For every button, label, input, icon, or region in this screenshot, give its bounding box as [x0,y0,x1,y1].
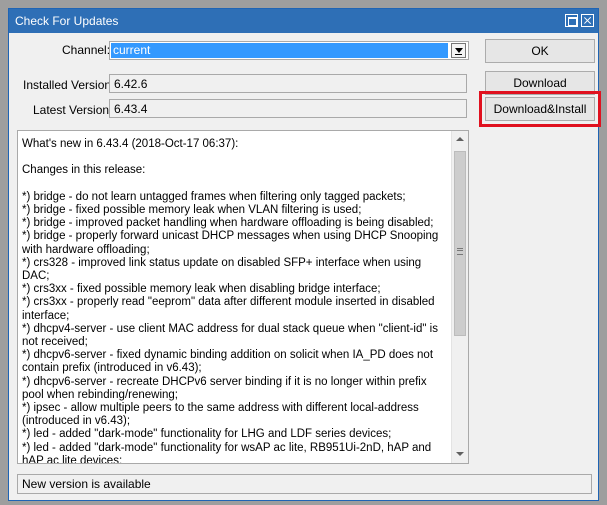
grip-icon [457,248,463,255]
close-icon[interactable] [581,14,594,27]
scroll-thumb[interactable] [454,151,466,336]
window-title: Check For Updates [15,14,119,28]
vertical-scrollbar[interactable] [451,131,468,463]
scroll-down-icon[interactable] [452,446,468,463]
channel-label: Channel: [62,43,111,57]
channel-value: current [111,43,448,58]
latest-version-label: Latest Version: [33,103,113,117]
changelog-text: What's new in 6.43.4 (2018-Oct-17 06:37)… [22,138,439,464]
highlight-box [479,91,601,127]
dropdown-arrow-icon[interactable] [451,43,466,58]
status-bar: New version is available [17,474,592,494]
title-bar[interactable]: Check For Updates [9,9,598,33]
installed-version-label: Installed Version: [23,78,115,92]
check-for-updates-window: Check For Updates Channel: current Insta… [8,8,601,501]
changelog-textarea[interactable]: What's new in 6.43.4 (2018-Oct-17 06:37)… [17,130,469,464]
scroll-up-icon[interactable] [452,131,468,148]
channel-select[interactable]: current [109,41,469,60]
maximize-icon[interactable] [565,14,578,27]
latest-version-field: 6.43.4 [109,99,467,118]
installed-version-field: 6.42.6 [109,74,467,93]
ok-button[interactable]: OK [485,39,595,63]
